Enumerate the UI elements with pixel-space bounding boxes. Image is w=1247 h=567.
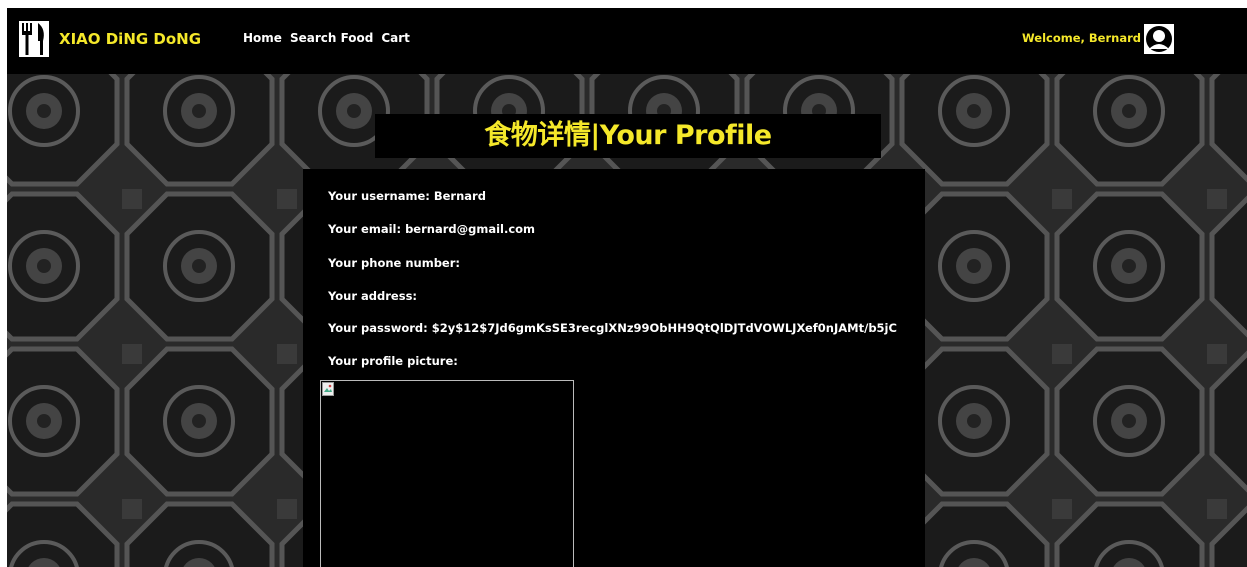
- app-frame: XIAO DiNG DoNG Home Search Food Cart Wel…: [7, 8, 1247, 567]
- username-field: Your username: Bernard: [328, 189, 486, 203]
- phone-field: Your phone number:: [328, 256, 461, 270]
- profile-title-bar: 食物详情|Your Profile: [375, 114, 881, 158]
- user-avatar-icon[interactable]: [1144, 24, 1174, 54]
- broken-image-icon: [322, 382, 334, 396]
- profile-picture-label: Your profile picture:: [328, 354, 458, 368]
- page-title: 食物详情|Your Profile: [484, 120, 772, 151]
- fork-knife-icon: [19, 21, 49, 57]
- address-field: Your address:: [328, 289, 418, 303]
- nav-search-food[interactable]: Search Food: [290, 31, 373, 45]
- profile-card: Your username: Bernard Your email: berna…: [303, 169, 925, 567]
- brand[interactable]: XIAO DiNG DoNG: [19, 21, 201, 57]
- email-field: Your email: bernard@gmail.com: [328, 222, 536, 236]
- brand-name: XIAO DiNG DoNG: [59, 30, 202, 48]
- welcome-text: Welcome, Bernard: [1022, 31, 1141, 45]
- profile-picture: [320, 380, 574, 567]
- nav-links: Home Search Food Cart: [243, 31, 410, 45]
- nav-home[interactable]: Home: [243, 31, 282, 45]
- navbar: XIAO DiNG DoNG Home Search Food Cart Wel…: [7, 8, 1247, 74]
- password-field: Your password: $2y$12$7Jd6gmKsSE3recglXN…: [328, 321, 897, 335]
- nav-cart[interactable]: Cart: [381, 31, 410, 45]
